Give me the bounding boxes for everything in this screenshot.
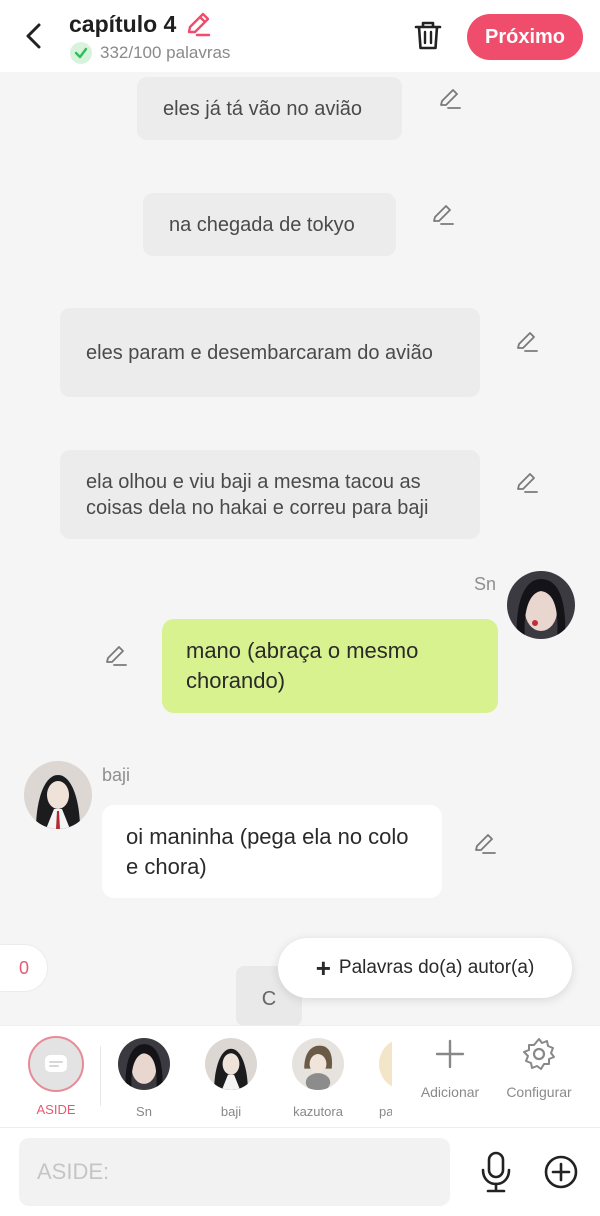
avatar xyxy=(292,1038,344,1090)
edit-title-button[interactable] xyxy=(184,10,212,38)
chapter-title: capítulo 4 xyxy=(69,11,177,37)
character-label: pa xyxy=(379,1104,392,1119)
character-label: kazutora xyxy=(293,1104,343,1119)
divider xyxy=(100,1046,101,1106)
avatar xyxy=(118,1038,170,1090)
edit-narration-button[interactable] xyxy=(437,86,463,112)
add-label: Adicionar xyxy=(420,1084,480,1100)
narration-bubble[interactable]: na chegada de tokyo xyxy=(143,193,396,256)
word-count-text: 332/100 palavras xyxy=(100,43,231,62)
add-character-button[interactable]: Adicionar xyxy=(405,1036,495,1100)
edit-message-button[interactable] xyxy=(472,831,498,857)
sender-name: Sn xyxy=(474,574,497,594)
aside-chat-icon xyxy=(28,1036,84,1092)
avatar xyxy=(379,1038,392,1090)
pencil-icon xyxy=(433,205,454,225)
edit-message-button[interactable] xyxy=(103,643,129,669)
trash-icon xyxy=(414,21,442,50)
pencil-icon xyxy=(187,12,211,37)
narration-bubble[interactable]: eles já tá vão no avião xyxy=(137,77,402,140)
author-words-button[interactable]: + Palavras do(a) autor(a) xyxy=(278,938,572,998)
input-bar xyxy=(0,1127,600,1216)
narration-text: eles param e desembarcaram do avião xyxy=(86,341,433,364)
next-button[interactable]: Próximo xyxy=(467,14,583,60)
check-icon xyxy=(70,42,92,64)
chat-area[interactable]: eles já tá vão no avião na chegada de to… xyxy=(0,72,600,1025)
narration-text: ela olhou e viu baji a mesma tacou as co… xyxy=(86,470,429,519)
delete-button[interactable] xyxy=(411,18,445,52)
character-label: ASIDE xyxy=(36,1102,76,1117)
gear-icon xyxy=(523,1038,555,1070)
message-bubble-baji[interactable]: oi maninha (pega ela no colo e chora) xyxy=(102,805,442,898)
avatar-baji[interactable] xyxy=(24,761,92,829)
character-kazutora[interactable]: kazutora xyxy=(282,1036,354,1122)
settings-label: Configurar xyxy=(506,1084,572,1100)
mic-icon xyxy=(481,1151,511,1193)
character-label: Sn xyxy=(136,1104,152,1119)
edit-narration-button[interactable] xyxy=(514,329,540,355)
plus-circle-icon xyxy=(544,1155,578,1189)
pencil-icon xyxy=(475,834,496,854)
mic-button[interactable] xyxy=(478,1150,514,1194)
plus-icon: + xyxy=(315,953,331,983)
narration-bubble[interactable]: eles param e desembarcaram do avião xyxy=(60,308,480,397)
edit-narration-button[interactable] xyxy=(514,470,540,496)
character-sn[interactable]: Sn xyxy=(108,1036,180,1122)
settings-button[interactable]: Configurar xyxy=(494,1036,584,1100)
pencil-icon xyxy=(517,332,538,352)
top-bar: capítulo 4 332/100 palavras Próximo xyxy=(0,0,600,72)
character-baji[interactable]: baji xyxy=(195,1036,267,1122)
author-words-label: Palavras do(a) autor(a) xyxy=(338,957,535,978)
partial-text: C xyxy=(261,988,277,1010)
attach-button[interactable] xyxy=(543,1154,579,1190)
sender-name: baji xyxy=(102,765,131,785)
message-input[interactable] xyxy=(19,1138,450,1206)
narration-text: eles já tá vão no avião xyxy=(163,97,363,120)
message-text: oi maninha (pega ela no colo e chora) xyxy=(126,823,409,879)
character-label: baji xyxy=(220,1104,242,1119)
character-partial[interactable]: pa xyxy=(354,1036,392,1122)
pencil-icon xyxy=(517,473,538,493)
counter-value: 0 xyxy=(18,957,29,978)
narration-text: na chegada de tokyo xyxy=(169,213,355,236)
character-bar: ASIDE Sn baji kazutora pa Adicionar Conf… xyxy=(0,1025,600,1127)
edit-narration-button[interactable] xyxy=(430,202,456,228)
avatar xyxy=(205,1038,257,1090)
comment-counter[interactable]: 0 xyxy=(0,944,48,992)
avatar-sn[interactable] xyxy=(507,571,575,639)
message-bubble-sn[interactable]: mano (abraça o mesmo chorando) xyxy=(162,619,498,713)
narration-bubble[interactable]: ela olhou e viu baji a mesma tacou as co… xyxy=(60,450,480,539)
word-count: 332/100 palavras xyxy=(70,42,230,64)
plus-icon xyxy=(435,1039,465,1069)
message-text: mano (abraça o mesmo chorando) xyxy=(186,638,419,693)
pencil-icon xyxy=(440,89,461,109)
pencil-icon xyxy=(106,646,127,666)
back-arrow-icon xyxy=(26,23,41,49)
back-button[interactable] xyxy=(20,20,48,52)
character-aside[interactable]: ASIDE xyxy=(20,1036,92,1122)
